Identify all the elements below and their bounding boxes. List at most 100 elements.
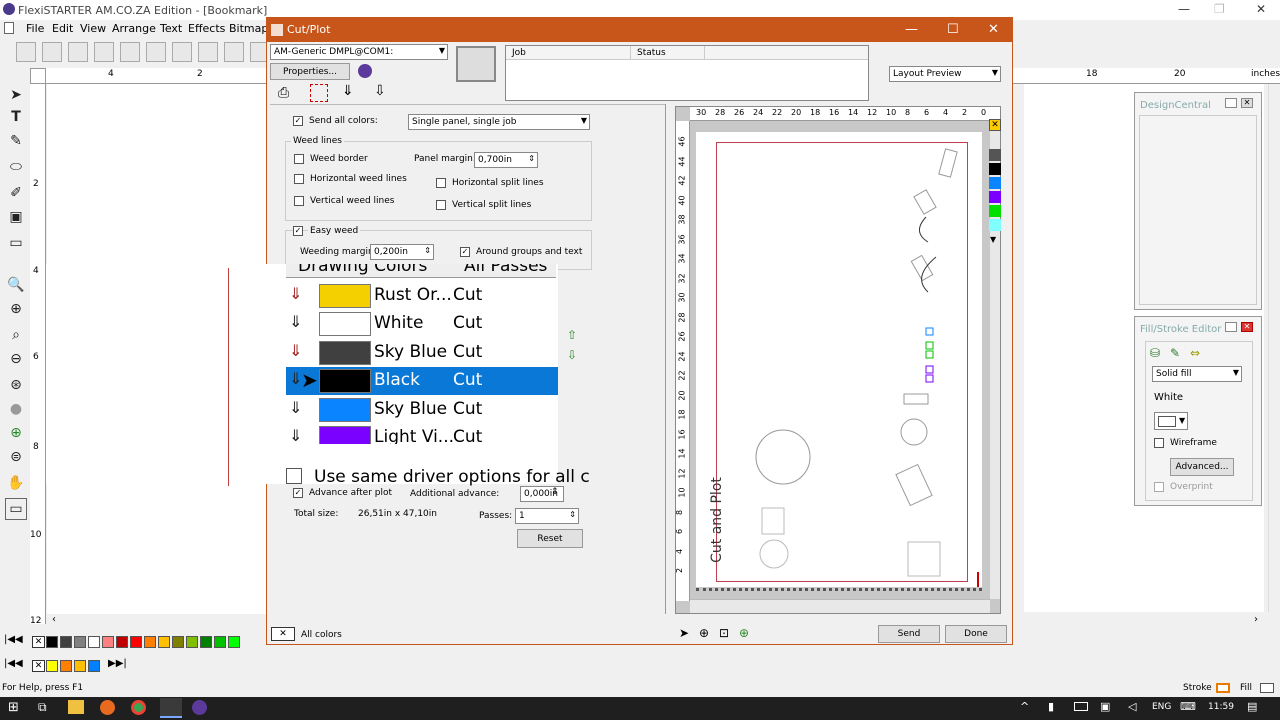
no-color-swatch[interactable]: ✕ — [32, 636, 45, 648]
passes-input[interactable]: 1 ⇕ — [515, 508, 579, 524]
save-button[interactable] — [68, 42, 88, 62]
minimize-icon[interactable]: — — [1178, 2, 1190, 16]
cut-mode-icon[interactable]: ⇓ — [289, 312, 302, 331]
shape-tool-icon[interactable]: ✎ — [5, 130, 27, 152]
cut-tab-icon[interactable]: ⇓ — [342, 83, 354, 99]
language-indicator[interactable]: ENG — [1152, 702, 1171, 712]
fill-swatch[interactable] — [1260, 683, 1274, 693]
panel-tab-icon[interactable] — [310, 84, 328, 102]
right-scrollbar[interactable] — [1268, 84, 1280, 612]
preview-zoom-all-icon[interactable]: ⊕ — [739, 626, 749, 640]
production-button[interactable] — [224, 42, 244, 62]
color-mode[interactable]: Cut — [453, 399, 482, 419]
cut-mode-icon[interactable]: ⇓ — [289, 284, 302, 303]
notifications-icon[interactable]: ▤ — [1247, 700, 1257, 713]
file-explorer-icon[interactable] — [68, 700, 84, 714]
device-status-icon[interactable] — [358, 64, 372, 78]
menu-effects[interactable]: Effects — [188, 22, 225, 35]
chrome-icon[interactable] — [131, 700, 146, 715]
vertical-split-checkbox[interactable] — [436, 200, 446, 210]
all-colors-icon[interactable]: ✕ — [271, 627, 295, 641]
scroll-left-icon[interactable]: ‹ — [52, 614, 56, 625]
zoom-all-icon[interactable]: ⊛ — [5, 374, 27, 396]
around-groups-checkbox[interactable]: ✓ — [460, 247, 470, 257]
horizontal-weed-checkbox[interactable] — [294, 174, 304, 184]
cut-mode-icon[interactable]: ⇓ — [289, 398, 302, 417]
zoom-tool-icon[interactable]: 🔍 — [5, 274, 27, 296]
measure-tool-icon[interactable]: ▭ — [5, 232, 27, 254]
palette-swatch[interactable] — [200, 636, 212, 648]
volume-icon[interactable]: ◁ — [1128, 700, 1136, 713]
palette-swatch[interactable] — [214, 636, 226, 648]
minimize-icon[interactable] — [1225, 98, 1237, 108]
ruler-corner[interactable] — [30, 68, 46, 84]
wireframe-checkbox[interactable] — [1154, 438, 1164, 448]
windows-start-icon[interactable]: ⊞ — [8, 700, 19, 715]
preview-tool-icon[interactable]: ▭ — [5, 498, 27, 520]
general-tab-icon[interactable]: ⎙ — [278, 85, 289, 101]
advanced-tab-icon[interactable]: ⇩ — [374, 83, 386, 99]
color-mode[interactable]: Cut — [453, 313, 482, 333]
drawing-colors-header[interactable]: Drawing Colors — [298, 264, 427, 276]
palette-next-icon[interactable]: ▶▶| — [108, 658, 127, 669]
strip-swatch[interactable] — [989, 177, 1001, 189]
text-tool-icon[interactable]: T — [5, 106, 27, 128]
flexi-app-icon[interactable] — [160, 698, 182, 718]
restore-icon[interactable]: ❐ — [1214, 2, 1225, 16]
color-mode[interactable]: Cut — [453, 370, 482, 390]
color-list[interactable]: ⇓ Rust Or... Cut ⇓ White Cut ⇓ Sky Blue Cut ⇓ Blac… — [286, 278, 558, 444]
preview-zoom-in-icon[interactable]: ⊕ — [699, 626, 709, 640]
menu-file[interactable]: File — [26, 22, 44, 35]
color-list-item[interactable]: ⇓ Rust Or... Cut — [286, 282, 558, 310]
weed-button[interactable] — [198, 42, 218, 62]
done-button[interactable]: Done — [945, 625, 1007, 643]
palette-swatch[interactable] — [88, 636, 100, 648]
pan-tool-icon[interactable]: ✋ — [5, 472, 27, 494]
palette-swatch[interactable] — [186, 636, 198, 648]
color-list-item[interactable]: ⇓ Black Cut — [286, 367, 558, 396]
use-same-driver-checkbox[interactable] — [286, 468, 302, 484]
palette-swatch[interactable] — [60, 660, 72, 672]
advance-after-plot-checkbox[interactable]: ✓ — [293, 488, 303, 498]
no-color-swatch[interactable]: ✕ — [32, 660, 45, 672]
clock[interactable]: 11:59 — [1208, 702, 1234, 712]
send-button[interactable]: Send — [878, 625, 940, 643]
minimize-icon[interactable] — [1225, 322, 1237, 332]
close-icon[interactable]: ✕ — [1241, 98, 1253, 108]
palette-swatch[interactable] — [88, 660, 100, 672]
close-icon[interactable]: ✕ — [1241, 322, 1253, 332]
reset-button[interactable]: Reset — [517, 529, 583, 548]
zoom-in-icon[interactable]: ⊕ — [5, 298, 27, 320]
strip-swatch[interactable]: ✕ — [989, 119, 1001, 131]
maximize-icon[interactable]: ☐ — [947, 22, 959, 37]
menu-view[interactable]: View — [80, 22, 106, 35]
export-button[interactable] — [120, 42, 140, 62]
import-button[interactable] — [94, 42, 114, 62]
color-list-item[interactable]: ⇓ Sky Blue Cut — [286, 339, 558, 367]
horizontal-split-checkbox[interactable] — [436, 178, 446, 188]
fill-bucket-icon[interactable]: ⛁ — [1150, 346, 1160, 360]
all-passes-header[interactable]: All Passes — [464, 264, 547, 276]
scroll-right-icon[interactable]: › — [1254, 614, 1258, 625]
firefox-icon[interactable] — [100, 700, 115, 715]
flexi-app2-icon[interactable] — [192, 700, 207, 715]
palette-swatch[interactable] — [102, 636, 114, 648]
palette-swatch[interactable] — [74, 660, 86, 672]
spinner-icon[interactable]: ⇕ — [569, 510, 576, 519]
chevron-down-icon[interactable]: ▼ — [990, 235, 996, 244]
zoom-previous-icon[interactable]: ⊜ — [5, 446, 27, 468]
palette-swatch[interactable] — [144, 636, 156, 648]
color-mode[interactable]: Cut — [453, 427, 482, 444]
palette-swatch[interactable] — [46, 636, 58, 648]
task-view-icon[interactable]: ⧉ — [38, 700, 47, 715]
palette-swatch[interactable] — [172, 636, 184, 648]
pen-icon[interactable]: ✎ — [1170, 346, 1180, 360]
weeding-margin-input[interactable]: 0,200in ⇕ — [370, 244, 434, 260]
menu-edit[interactable]: Edit — [52, 22, 73, 35]
job-list[interactable]: Job Status — [505, 45, 869, 101]
status-column-header[interactable]: Status — [637, 48, 666, 58]
preview-zoom-fit-icon[interactable]: ⊡ — [719, 626, 729, 640]
color-picker-button[interactable]: ▼ — [1154, 412, 1188, 430]
open-button[interactable] — [42, 42, 62, 62]
color-list-item[interactable]: ⇓ Light Vi... Cut — [286, 424, 558, 444]
